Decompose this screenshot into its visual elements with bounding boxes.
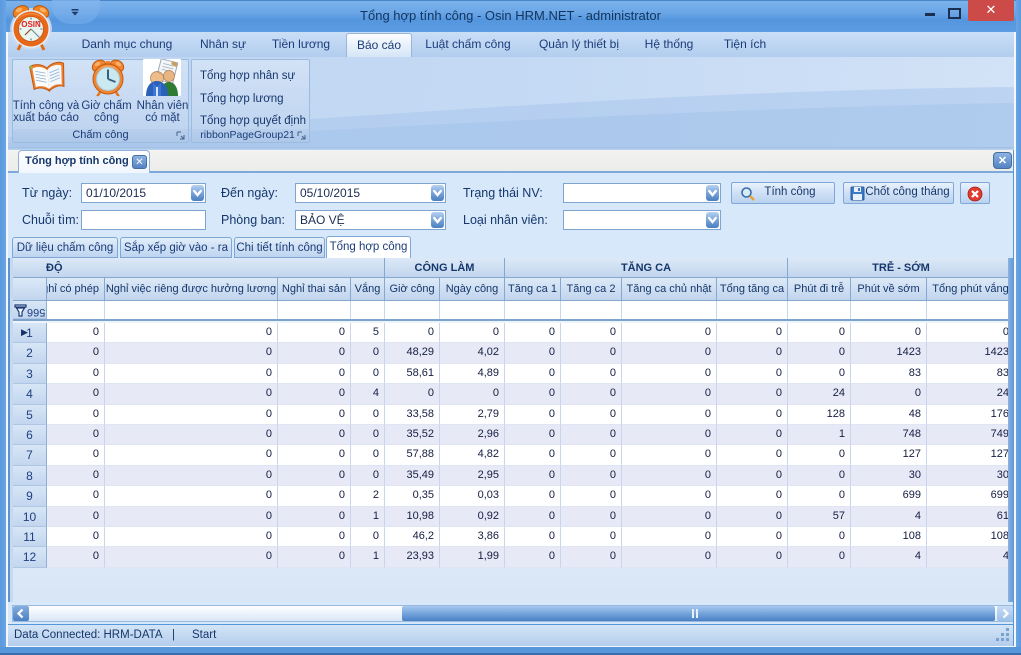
svg-text:OSIN: OSIN — [21, 20, 41, 29]
